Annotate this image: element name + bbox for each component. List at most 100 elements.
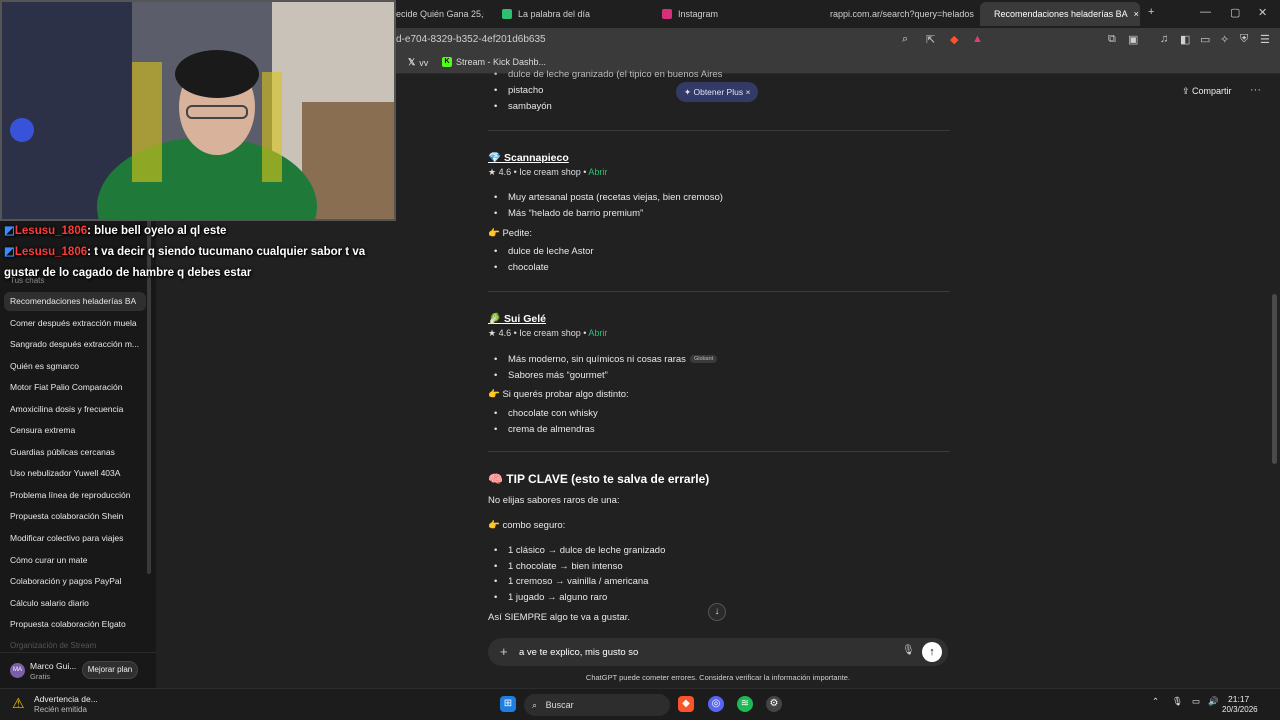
order-label: 👉 Si querés probar algo distinto: — [488, 389, 629, 400]
search-label: Buscar — [545, 700, 574, 710]
brave-browser-icon[interactable]: ◆ — [678, 696, 694, 712]
sidebar-chat-item[interactable]: Propuesta colaboración Shein — [4, 507, 146, 526]
divider — [488, 291, 950, 292]
main-scrollbar[interactable] — [1272, 294, 1277, 464]
extensions-icon[interactable]: ⧉ — [1108, 33, 1116, 46]
brave-shields-icon[interactable]: ◆ — [950, 33, 958, 46]
sidebar-chat-item[interactable]: Recomendaciones heladerías BA — [4, 292, 146, 311]
sidebar-chat-item[interactable]: Modificar colectivo para viajes — [4, 529, 146, 548]
sidebar-chat-item[interactable]: Motor Fiat Palio Comparación — [4, 378, 146, 397]
screenshot-icon[interactable]: ▣ — [1128, 33, 1138, 46]
sidebar-chat-item[interactable]: Quién es sgmarco — [4, 357, 146, 376]
windows-start-icon[interactable]: ⊞ — [500, 696, 516, 712]
user-profile-row[interactable]: MA Marco Gui... Gratis Mejorar plan — [0, 652, 156, 686]
sidebar-chat-item[interactable]: Amoxicilina dosis y frecuencia — [4, 400, 146, 419]
mic-tray-icon[interactable]: 🎙 — [1172, 696, 1183, 707]
sidebar-chat-item[interactable]: Guardias públicas cercanas — [4, 443, 146, 462]
tab-instagram[interactable]: Instagram — [654, 2, 804, 26]
sidebar-chat-item[interactable]: Uso nebulizador Yuwell 403A — [4, 464, 146, 483]
maximize-icon[interactable]: ▢ — [1230, 6, 1240, 19]
list-item: Más moderno, sin químicos ni cosas raras… — [494, 354, 718, 365]
tab-palabra-del-dia[interactable]: La palabra del día — [494, 2, 644, 26]
divider — [488, 451, 950, 452]
sidebar-chat-item[interactable]: Comer después extracción muela — [4, 314, 146, 333]
scroll-down-button[interactable]: ↓ — [708, 603, 726, 621]
attach-plus-icon[interactable]: + — [500, 644, 508, 659]
close-window-icon[interactable]: ✕ — [1258, 6, 1267, 19]
list-item: 1 clásico → dulce de leche granizado — [494, 545, 665, 556]
send-button[interactable]: ↑ — [922, 642, 942, 662]
shop-rating: ★ 4.6 • Ice cream shop • — [488, 328, 589, 338]
list-item: Muy artesanal posta (recetas viejas, bie… — [494, 192, 723, 203]
bookmark-kick[interactable]: K Stream - Kick Dashb... — [442, 57, 546, 67]
wallet-icon[interactable]: ▭ — [1200, 33, 1210, 46]
list-item-text: Más moderno, sin químicos ni cosas raras — [508, 354, 686, 365]
sidebar-chat-item[interactable]: Problema línea de reproducción — [4, 486, 146, 505]
get-plus-button[interactable]: ✦ Obtener Plus × — [676, 82, 759, 102]
menu-icon[interactable]: ☰ — [1260, 33, 1270, 46]
stream-chat-message: ◩Lesusu_1806: t va decir q siendo tucuma… — [0, 242, 380, 284]
clock-date[interactable]: 20/3/2026 — [1222, 705, 1258, 714]
tip-heading: 🧠 TIP CLAVE (esto te salva de errarle) — [488, 472, 710, 486]
zoom-icon[interactable]: ⌕ — [902, 33, 908, 46]
user-plan: Gratis — [30, 672, 51, 681]
tab-chatgpt-active[interactable]: Recomendaciones heladerías BA × — [980, 2, 1140, 26]
spotify-icon[interactable]: ≋ — [737, 696, 753, 712]
discord-icon[interactable]: ◎ — [708, 696, 724, 712]
webcam-overlay — [0, 0, 396, 221]
share-page-icon[interactable]: ⇱ — [926, 33, 935, 46]
upgrade-plan-button[interactable]: Mejorar plan — [82, 661, 138, 679]
volume-icon[interactable]: 🔊 — [1208, 696, 1219, 707]
tab-quien-gana[interactable]: ecide Quién Gana 25,00 — [388, 2, 484, 26]
sidebar-chat-item[interactable]: Censura extrema — [4, 421, 146, 440]
steam-icon[interactable]: ⚙ — [766, 696, 782, 712]
clock-time[interactable]: 21:17 — [1228, 694, 1249, 704]
url-field[interactable]: d-e704-8329-b352-4ef201d6b635 — [396, 34, 546, 45]
source-badge[interactable]: Globant — [689, 355, 718, 364]
gem-icon: 💎 — [488, 152, 502, 164]
leo-ai-icon[interactable]: ✧ — [1220, 33, 1229, 46]
taskbar-search[interactable]: ⌕ Buscar — [524, 694, 670, 716]
microphone-icon[interactable]: 🎙 — [902, 645, 915, 656]
message-input[interactable]: a ve te explico, mis gusto so — [519, 647, 638, 658]
sidebar-chat-item[interactable]: Cálculo salario diario — [4, 594, 146, 613]
avatar: MA — [10, 663, 25, 678]
shop-rating: ★ 4.6 • Ice cream shop • — [488, 167, 589, 177]
divider — [488, 130, 950, 131]
sidebar-chat-item[interactable]: Cómo curar un mate — [4, 551, 146, 570]
minimize-icon[interactable]: — — [1200, 6, 1211, 18]
sidebar-toggle-icon[interactable]: ◧ — [1180, 33, 1190, 46]
open-link[interactable]: Abrir — [588, 328, 607, 338]
list-item: Más “helado de barrio premium” — [494, 208, 643, 219]
close-tab-icon[interactable]: × — [1134, 9, 1139, 19]
stream-chat-overlay: ◩Lesusu_1806: blue bell oyelo al ql este… — [0, 221, 380, 284]
sidebar-chat-item[interactable]: Colaboración y pagos PayPal — [4, 572, 146, 591]
tab-label: La palabra del día — [518, 9, 591, 19]
notification-title[interactable]: Advertencia de... — [34, 694, 98, 704]
vpn-icon[interactable]: ⛨ — [1240, 33, 1248, 46]
display-tray-icon[interactable]: ▭ — [1192, 696, 1200, 707]
brave-rewards-icon[interactable]: ▲ — [972, 33, 983, 45]
shop-name: Sui Gelé — [504, 313, 547, 325]
bookmark-label: Stream - Kick Dashb... — [456, 57, 547, 67]
share-button[interactable]: ⇪ Compartir — [1182, 86, 1232, 97]
new-tab-button[interactable]: + — [1148, 6, 1154, 18]
sidebar-chat-item[interactable]: Propuesta colaboración Elgato — [4, 615, 146, 634]
message-composer[interactable]: + a ve te explico, mis gusto so 🎙 ↑ — [488, 638, 948, 666]
shop-title-sui-gele[interactable]: 🥬 Sui Gelé — [488, 312, 546, 325]
combo-label: 👉 combo seguro: — [488, 520, 566, 531]
media-icon[interactable]: ♫ — [1160, 33, 1168, 45]
tab-rappi[interactable]: rappi.com.ar/search?query=helados — [816, 2, 976, 26]
open-link[interactable]: Abrir — [588, 167, 607, 177]
leaf-icon: 🥬 — [488, 313, 502, 325]
sidebar-chat-item-faded[interactable]: Organización de Stream — [10, 641, 96, 650]
shop-title-scannapieco[interactable]: 💎 Scannapieco — [488, 151, 569, 164]
bookmark-x[interactable]: 𝕏 vv — [408, 57, 428, 68]
more-options-icon[interactable]: ··· — [1250, 84, 1261, 96]
wordle-icon — [502, 9, 512, 19]
list-item: 1 cremoso → vainilla / americana — [494, 576, 648, 587]
disclaimer-text: ChatGPT puede cometer errores. Considera… — [585, 673, 851, 682]
sidebar-chat-item[interactable]: Sangrado después extracción m... — [4, 335, 146, 354]
tray-overflow-icon[interactable]: ⌃ — [1152, 696, 1159, 707]
bookmark-label: vv — [419, 57, 429, 68]
